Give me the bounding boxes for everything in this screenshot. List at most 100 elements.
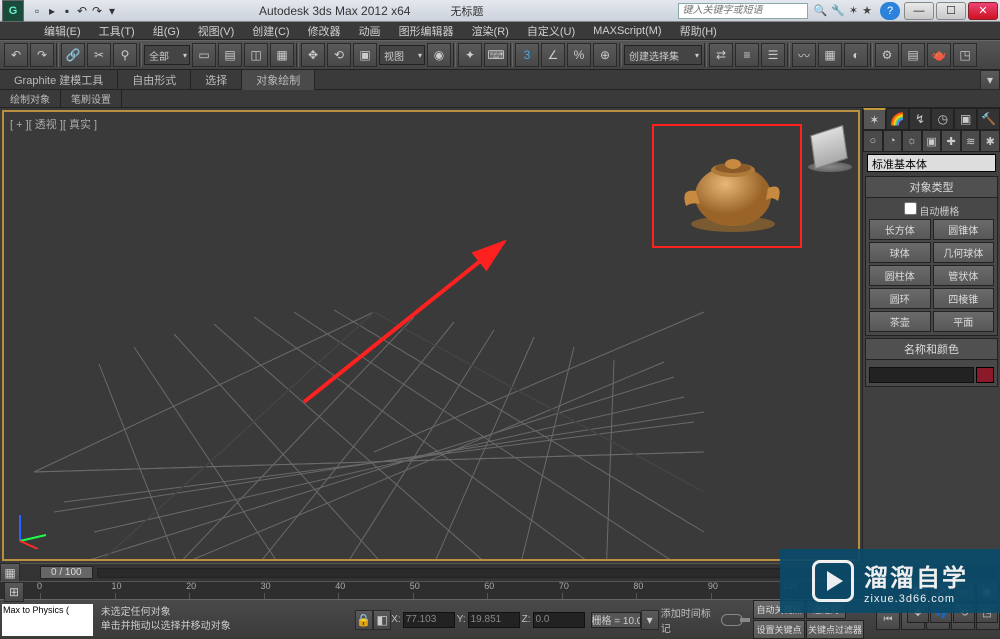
primitive-category-dropdown[interactable]: 标准基本体 [867,154,996,172]
isolate-icon[interactable]: ◧ [373,610,391,630]
object-color-swatch[interactable] [976,367,994,383]
ribbon-sub-paint[interactable]: 绘制对象 [0,90,61,107]
render-frame-icon[interactable]: ▤ [901,43,925,67]
redo-icon[interactable]: ↷ [30,43,54,67]
btn-plane[interactable]: 平面 [933,311,995,332]
window-crossing-icon[interactable]: ▦ [270,43,294,67]
binoculars-icon[interactable]: 🔍 [814,4,828,17]
manip-icon[interactable]: ✦ [458,43,482,67]
selection-filter[interactable]: 全部 [144,45,190,65]
snap-icon[interactable]: 3 [515,43,539,67]
help-button[interactable]: ? [880,2,900,20]
ref-coord-dropdown[interactable]: 视图 [379,45,425,65]
btn-sphere[interactable]: 球体 [869,242,931,263]
unlink-icon[interactable]: ✂ [87,43,111,67]
render-prod-icon[interactable]: ◳ [953,43,977,67]
menu-tools[interactable]: 工具(T) [91,21,143,41]
ribbon-sub-brush[interactable]: 笔刷设置 [61,90,122,107]
select-icon[interactable]: ▭ [192,43,216,67]
btn-box[interactable]: 长方体 [869,219,931,240]
ribbon-tab-freeform[interactable]: 自由形式 [118,70,191,90]
cat-spacewarps-icon[interactable]: ≋ [961,130,981,152]
bind-icon[interactable]: ⚲ [113,43,137,67]
mirror-icon[interactable]: ⇄ [709,43,733,67]
btn-teapot[interactable]: 茶壶 [869,311,931,332]
coord-x-field[interactable] [403,612,455,628]
setkey-button[interactable]: 设置关键点 [753,620,805,639]
tab-display-icon[interactable]: ▣ [954,108,977,130]
qat-redo-icon[interactable]: ↷ [90,4,104,18]
key-icon[interactable]: 🔧 [831,4,845,17]
tab-hierarchy-icon[interactable]: ↯ [909,108,932,130]
rollout-name-color-header[interactable]: 名称和颜色 [865,338,998,360]
comm-icon[interactable]: ✶ [849,4,858,17]
curve-editor-icon[interactable]: 〰 [792,43,816,67]
rotate-icon[interactable]: ⟲ [327,43,351,67]
scale-icon[interactable]: ▣ [353,43,377,67]
btn-cylinder[interactable]: 圆柱体 [869,265,931,286]
app-icon[interactable]: G [2,0,24,22]
lock-selection-icon[interactable]: 🔒 [355,610,373,630]
qat-save-icon[interactable]: ▪ [60,4,74,18]
cat-helpers-icon[interactable]: ✚ [941,130,961,152]
ribbon-tab-objectpaint[interactable]: 对象绘制 [242,70,315,90]
cat-cameras-icon[interactable]: ▣ [922,130,942,152]
set-key-icon[interactable] [721,614,743,626]
menu-animation[interactable]: 动画 [351,21,389,41]
cat-geometry-icon[interactable]: ○ [863,130,883,152]
ribbon-min-icon[interactable]: ▾ [980,70,1000,90]
menu-edit[interactable]: 编辑(E) [36,21,89,41]
autogrid-checkbox[interactable]: 自动栅格 [869,201,994,219]
maximize-button[interactable]: ☐ [936,2,966,20]
undo-icon[interactable]: ↶ [4,43,28,67]
cat-lights-icon[interactable]: ☼ [902,130,922,152]
layers-icon[interactable]: ☰ [761,43,785,67]
qat-undo-icon[interactable]: ↶ [75,4,89,18]
tab-utilities-icon[interactable]: 🔨 [977,108,1000,130]
mini-listener[interactable]: Max to Physics ( [2,604,93,636]
minimize-button[interactable]: — [904,2,934,20]
tab-motion-icon[interactable]: ◷ [931,108,954,130]
cat-shapes-icon[interactable]: ◔ [883,130,903,152]
viewcube[interactable] [808,126,850,168]
select-name-icon[interactable]: ▤ [218,43,242,67]
align-icon[interactable]: ≡ [735,43,759,67]
menu-modifiers[interactable]: 修改器 [300,21,349,41]
menu-group[interactable]: 组(G) [145,21,188,41]
time-slider-handle[interactable]: 0 / 100 [40,566,93,579]
btn-tube[interactable]: 管状体 [933,265,995,286]
render-setup-icon[interactable]: ⚙ [875,43,899,67]
rollout-object-type-header[interactable]: 对象类型 [865,176,998,198]
coord-z-field[interactable] [533,612,585,628]
time-config-icon[interactable]: ▦ [0,563,20,583]
menu-maxscript[interactable]: MAXScript(M) [585,23,669,39]
star-icon[interactable]: ★ [862,4,872,17]
qat-open-icon[interactable]: ▸ [45,4,59,18]
spinner-snap-icon[interactable]: ⊕ [593,43,617,67]
menu-views[interactable]: 视图(V) [190,21,243,41]
menu-grapheditors[interactable]: 图形编辑器 [391,21,462,41]
tab-create-icon[interactable]: ✶ [863,108,886,130]
material-editor-icon[interactable]: ◐ [844,43,868,67]
tab-modify-icon[interactable]: 🌈 [886,108,909,130]
coord-y-field[interactable] [468,612,520,628]
btn-cone[interactable]: 圆锥体 [933,219,995,240]
select-region-icon[interactable]: ◫ [244,43,268,67]
keyfilter-button[interactable]: 关键点过滤器 [806,620,864,639]
menu-rendering[interactable]: 渲染(R) [464,21,517,41]
grid-spacing-field[interactable] [591,612,641,628]
angle-snap-icon[interactable]: ∠ [541,43,565,67]
menu-help[interactable]: 帮助(H) [672,21,725,41]
ribbon-tab-selection[interactable]: 选择 [191,70,242,90]
schematic-icon[interactable]: ▦ [818,43,842,67]
close-button[interactable]: ✕ [968,2,998,20]
btn-geosphere[interactable]: 几何球体 [933,242,995,263]
render-icon[interactable]: 🫖 [927,43,951,67]
move-icon[interactable]: ✥ [301,43,325,67]
add-time-tag-label[interactable]: 添加时间标记 [661,605,715,635]
ribbon-tab-graphite[interactable]: Graphite 建模工具 [0,70,118,90]
trackbar-toggle-icon[interactable]: ⊞ [4,582,24,602]
search-input[interactable] [678,3,808,19]
btn-torus[interactable]: 圆环 [869,288,931,309]
link-icon[interactable]: 🔗 [61,43,85,67]
